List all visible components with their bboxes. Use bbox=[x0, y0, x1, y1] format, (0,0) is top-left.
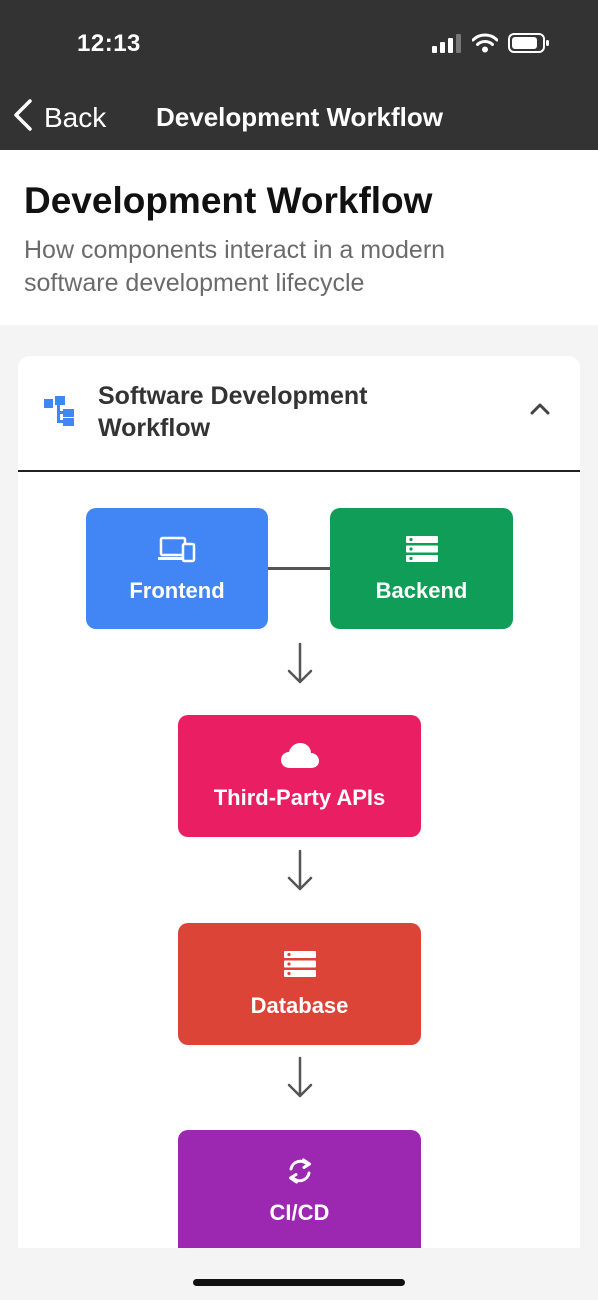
nav-bar: Back Development Workflow bbox=[0, 90, 598, 150]
arrow-down-icon bbox=[286, 642, 314, 691]
card-title: Software Development Workflow bbox=[98, 382, 368, 442]
node-database: Database bbox=[178, 923, 421, 1045]
status-icons bbox=[432, 32, 550, 59]
node-backend: Backend bbox=[330, 508, 513, 629]
battery-icon bbox=[508, 32, 550, 59]
cloud-icon bbox=[280, 741, 319, 771]
status-bar: 12:13 bbox=[0, 0, 598, 90]
arrow-down-icon bbox=[286, 1056, 314, 1105]
page-header: Development Workflow How components inte… bbox=[0, 150, 598, 325]
back-label: Back bbox=[44, 101, 107, 133]
node-third-party-apis: Third-Party APIs bbox=[178, 715, 421, 837]
chevron-left-icon bbox=[12, 98, 34, 137]
node-label: Database bbox=[250, 993, 349, 1018]
page-subtitle: How components interact in a modern soft… bbox=[24, 236, 446, 297]
wifi-icon bbox=[471, 33, 499, 58]
sitemap-icon bbox=[44, 396, 76, 431]
server-icon bbox=[283, 949, 316, 979]
devices-icon bbox=[158, 534, 196, 564]
status-time: 12:13 bbox=[77, 30, 141, 57]
node-label: Frontend bbox=[129, 577, 225, 603]
chevron-up-icon[interactable] bbox=[530, 402, 550, 421]
node-label: Backend bbox=[375, 577, 468, 603]
connector-line bbox=[268, 567, 330, 570]
arrow-down-icon bbox=[286, 849, 314, 898]
home-indicator[interactable] bbox=[193, 1279, 405, 1286]
nav-title: Development Workflow bbox=[156, 102, 444, 132]
node-ci-cd: CI/CD bbox=[178, 1130, 421, 1248]
page-title: Development Workflow bbox=[24, 180, 433, 221]
card-header[interactable]: Software Development Workflow bbox=[18, 356, 580, 472]
node-frontend: Frontend bbox=[86, 508, 268, 629]
back-button[interactable]: Back bbox=[12, 98, 106, 137]
node-label: CI/CD bbox=[269, 1200, 330, 1225]
workflow-card: Software Development Workflow Frontend B… bbox=[18, 356, 580, 1248]
sync-icon bbox=[285, 1156, 315, 1186]
node-label: Third-Party APIs bbox=[213, 785, 386, 810]
signal-icon bbox=[432, 33, 462, 58]
server-icon bbox=[405, 534, 438, 564]
